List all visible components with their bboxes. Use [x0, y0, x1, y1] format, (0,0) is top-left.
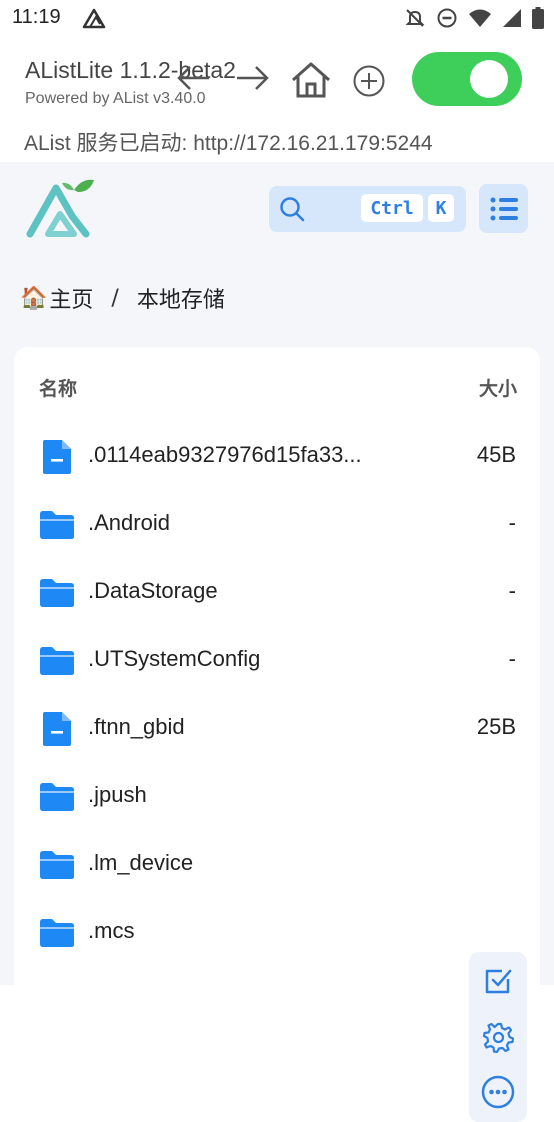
folder-icon — [39, 779, 75, 815]
status-icons — [404, 7, 544, 29]
file-icon — [39, 711, 75, 747]
list-item[interactable]: .DataStorage - — [14, 559, 540, 627]
house-emoji-icon: 🏠 — [20, 285, 48, 311]
column-name-header[interactable]: 名称 — [39, 374, 77, 401]
breadcrumb-current[interactable]: 本地存储 — [137, 282, 225, 314]
floating-toolbar — [469, 952, 527, 1122]
signal-icon — [503, 9, 521, 27]
select-mode-button[interactable] — [481, 964, 515, 998]
server-toggle[interactable] — [412, 52, 522, 106]
app-header: AListLite 1.1.2-beta2 Powered by AList v… — [0, 38, 554, 162]
checkbox-icon — [485, 969, 512, 994]
list-item-size: - — [508, 578, 516, 603]
kbd-k: K — [428, 194, 454, 222]
gear-icon — [482, 1022, 514, 1053]
list-item[interactable]: .jpush — [14, 763, 540, 831]
list-item-name: .0114eab9327976d15fa33... — [88, 442, 362, 467]
app-subtitle: Powered by AList v3.40.0 — [25, 90, 206, 107]
list-item-name: .mcs — [88, 918, 135, 943]
list-item-name: .UTSystemConfig — [88, 646, 261, 671]
breadcrumb-home[interactable]: 主页 — [49, 282, 93, 314]
list-item[interactable]: .mcs — [14, 899, 540, 967]
list-item[interactable]: .0114eab9327976d15fa33... 45B — [14, 423, 540, 491]
folder-icon — [39, 847, 75, 883]
list-view-button[interactable] — [479, 184, 528, 233]
server-status: AList 服务已启动: http://172.16.21.179:5244 — [24, 132, 433, 155]
kbd-ctrl: Ctrl — [361, 194, 423, 222]
wifi-icon — [469, 9, 491, 27]
list-icon — [490, 197, 518, 220]
list-item-name: .Android — [88, 510, 170, 535]
battery-icon — [532, 7, 544, 29]
folder-icon — [39, 915, 75, 951]
file-list: 名称 大小 .0114eab9327976d15fa33... 45B .Andro… — [14, 347, 540, 1007]
dnd-icon — [437, 8, 457, 28]
folder-icon — [39, 507, 75, 543]
list-item[interactable]: .lm_device — [14, 831, 540, 899]
column-size-header[interactable]: 大小 — [479, 374, 517, 401]
list-item[interactable]: .Android - — [14, 491, 540, 559]
forward-arrow-icon[interactable] — [234, 64, 270, 92]
back-arrow-icon[interactable] — [176, 64, 212, 92]
settings-button[interactable] — [481, 1020, 515, 1054]
list-header: 名称 大小 — [14, 347, 540, 423]
add-circle-icon[interactable] — [352, 64, 386, 98]
list-item-size: 25B — [476, 714, 516, 739]
list-item[interactable]: .UTSystemConfig - — [14, 627, 540, 695]
folder-icon — [39, 575, 75, 611]
more-circle-icon — [481, 1075, 515, 1109]
search-input[interactable]: Ctrl K — [269, 186, 466, 232]
toggle-knob — [470, 60, 508, 98]
mute-icon — [405, 9, 425, 27]
alist-logo-icon[interactable] — [26, 176, 96, 238]
list-item-size: - — [508, 646, 516, 671]
folder-icon — [39, 643, 75, 679]
home-icon[interactable] — [290, 60, 332, 100]
list-item-name: .DataStorage — [88, 578, 218, 603]
status-bar: 11:19 — [0, 0, 554, 38]
list-item-size: 45B — [476, 442, 516, 467]
list-item-size: - — [508, 510, 516, 535]
list-item-name: .ftnn_gbid — [88, 714, 185, 739]
list-item-name: .jpush — [88, 782, 147, 807]
list-item-name: .lm_device — [88, 850, 194, 875]
breadcrumb: 🏠 主页 / 本地存储 — [20, 282, 225, 314]
list-item[interactable]: .ftnn_gbid 25B — [14, 695, 540, 763]
status-time: 11:19 — [12, 6, 61, 28]
search-icon — [280, 197, 305, 222]
more-button[interactable] — [481, 1075, 515, 1109]
breadcrumb-separator: / — [111, 285, 119, 311]
file-icon — [39, 439, 75, 475]
app-icon — [82, 8, 106, 29]
content-area: Ctrl K 🏠 主页 / 本地存储 名称 大小 .0114eab9327976… — [0, 162, 554, 1122]
